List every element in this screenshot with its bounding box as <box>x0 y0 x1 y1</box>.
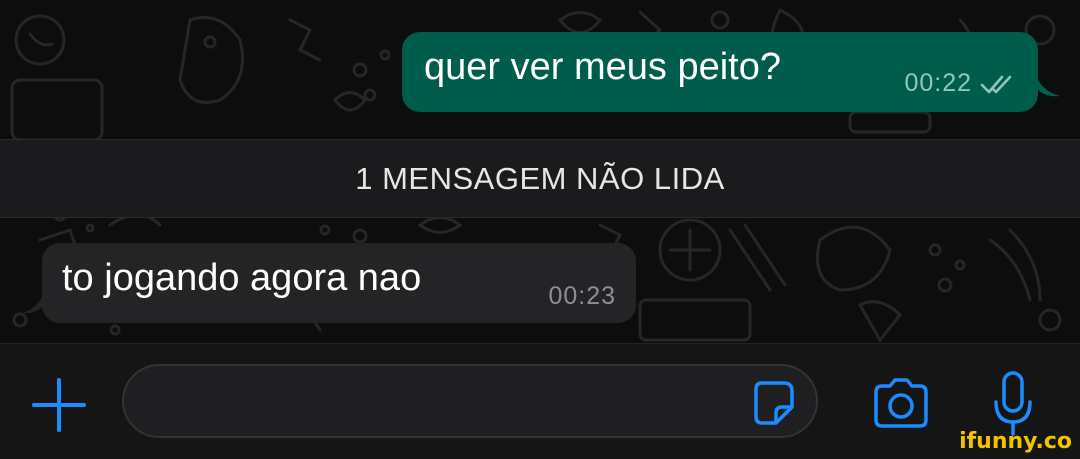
outgoing-message-bubble[interactable]: quer ver meus peito? 00:22 <box>402 32 1060 112</box>
outgoing-message-time: 00:22 <box>904 69 972 97</box>
message-input[interactable] <box>122 364 818 438</box>
outgoing-message-meta: 00:22 <box>904 69 1014 98</box>
double-check-icon <box>980 75 1012 93</box>
outgoing-message-text: quer ver meus peito? <box>424 46 781 88</box>
sticker-icon[interactable] <box>748 379 798 429</box>
composer-bar <box>0 343 1080 459</box>
incoming-message-time: 00:23 <box>548 282 616 310</box>
incoming-message-bubble[interactable]: to jogando agora nao 00:23 <box>22 243 636 323</box>
unread-messages-label: 1 MENSAGEM NÃO LIDA <box>355 160 725 196</box>
plus-icon[interactable] <box>30 376 88 434</box>
camera-icon[interactable] <box>870 376 932 430</box>
ifunny-watermark: ifunny.co <box>959 429 1072 454</box>
unread-messages-divider: 1 MENSAGEM NÃO LIDA <box>0 139 1080 218</box>
bubble-tail-icon <box>22 285 46 314</box>
incoming-message-text: to jogando agora nao <box>62 257 422 299</box>
bubble-tail-icon <box>1034 68 1060 97</box>
